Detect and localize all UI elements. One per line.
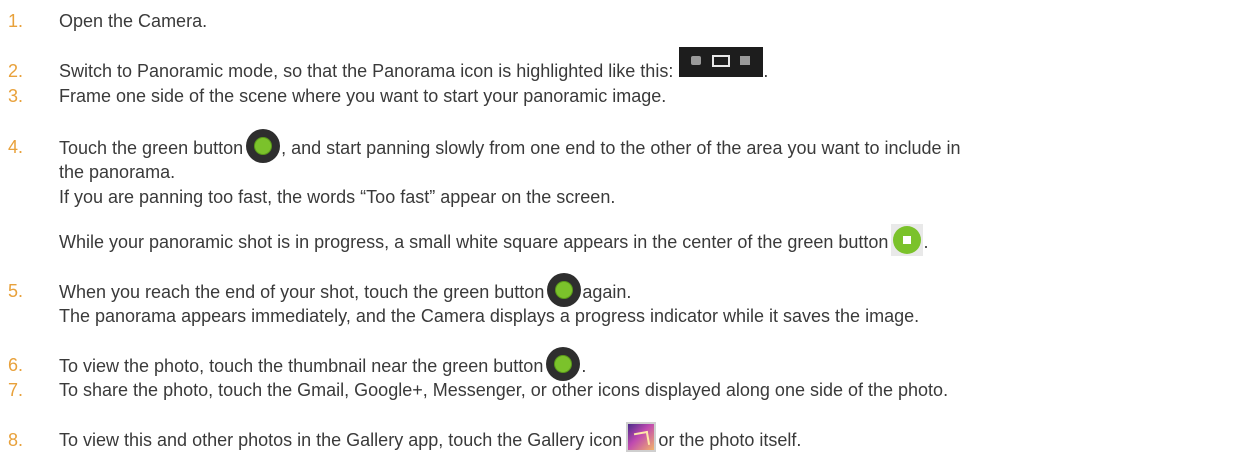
step-text: Touch the green button xyxy=(59,137,244,158)
step-number: 6. xyxy=(8,355,24,375)
step-text-continued: the panorama. xyxy=(59,162,176,182)
step-number: 4. xyxy=(8,137,24,157)
green-stop-icon xyxy=(891,224,924,257)
step-text: Switch to Panoramic mode, so that the Pa… xyxy=(59,61,674,81)
step-text-continued: The panorama appears immediately, and th… xyxy=(59,306,920,326)
gallery-app-icon xyxy=(626,422,657,453)
step-text: To view this and other photos in the Gal… xyxy=(59,430,623,450)
step-number: 8. xyxy=(8,430,24,450)
camera-mode-selector-icon xyxy=(679,47,764,78)
green-shutter-icon xyxy=(246,129,281,163)
step-number: 3. xyxy=(8,86,24,106)
step-text: To view the photo, touch the thumbnail n… xyxy=(59,355,544,376)
green-shutter-icon xyxy=(546,347,581,381)
step-number: 1. xyxy=(8,11,24,31)
step-number: 5. xyxy=(8,281,24,301)
step-text: When you reach the end of your shot, tou… xyxy=(59,281,545,302)
green-shutter-icon xyxy=(547,273,582,307)
step-text: Open the Camera. xyxy=(59,11,208,31)
step-note: If you are panning too fast, the words “… xyxy=(59,187,616,207)
step-text: To share the photo, touch the Gmail, Goo… xyxy=(59,380,949,400)
step-note: While your panoramic shot is in progress… xyxy=(59,232,889,252)
step-text: Frame one side of the scene where you wa… xyxy=(59,86,667,106)
step-number: 2. xyxy=(8,61,24,81)
step-number: 7. xyxy=(8,380,24,400)
